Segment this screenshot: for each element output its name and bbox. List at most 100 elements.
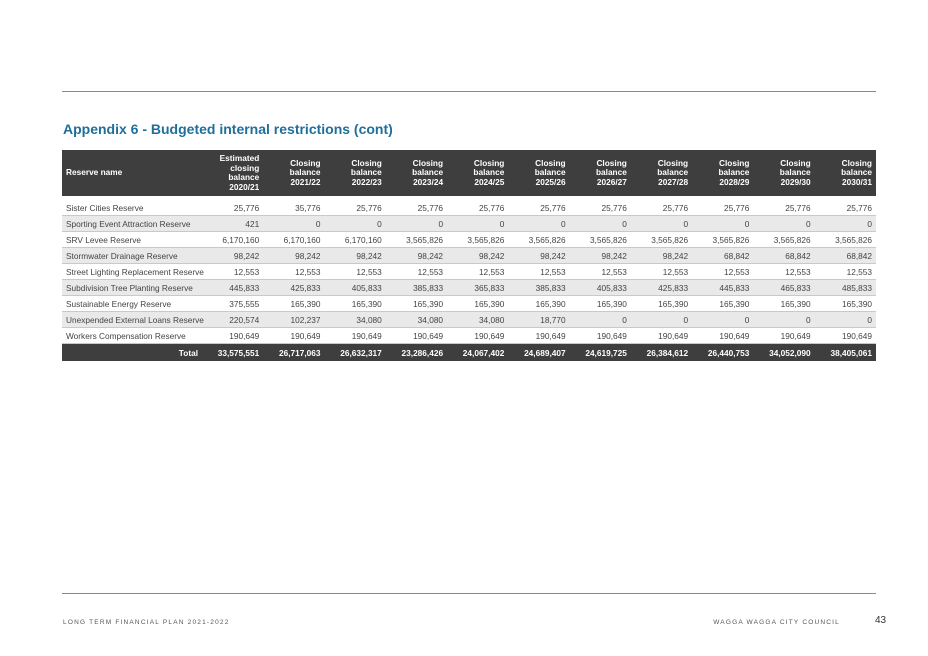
balance-cell: 165,390 — [263, 295, 325, 312]
balance-cell: 0 — [630, 215, 693, 232]
balance-cell: 34,080 — [385, 311, 448, 328]
header-col-2025-26: Closing balance 2025/26 — [508, 150, 570, 196]
balance-cell: 385,833 — [508, 279, 570, 296]
table-header: Reserve name Estimated closing balance 2… — [62, 150, 876, 196]
reserve-name-cell: Sporting Event Attraction Reserve — [62, 215, 202, 232]
table-row: Unexpended External Loans Reserve 220,574… — [62, 311, 876, 328]
balance-cell: 0 — [814, 215, 876, 232]
balance-cell: 190,649 — [385, 327, 448, 344]
footer-document-title: LONG TERM FINANCIAL PLAN 2021-2022 — [63, 619, 230, 626]
balance-cell: 165,390 — [692, 295, 754, 312]
balance-cell: 365,833 — [447, 279, 509, 296]
total-cell: 26,632,317 — [324, 343, 386, 361]
header-reserve-name: Reserve name — [62, 150, 202, 196]
balance-cell: 165,390 — [630, 295, 693, 312]
balance-cell: 3,565,826 — [569, 231, 631, 248]
header-col-2020-21: Estimated closing balance 2020/21 — [202, 150, 264, 196]
total-cell: 24,689,407 — [508, 343, 570, 361]
balance-cell: 405,833 — [569, 279, 631, 296]
balance-cell: 25,776 — [630, 196, 693, 216]
table-row: Stormwater Drainage Reserve 98,242 98,242 9… — [62, 247, 876, 264]
balance-cell: 0 — [753, 215, 815, 232]
header-col-2028-29: Closing balance 2028/29 — [692, 150, 754, 196]
balance-cell: 190,649 — [753, 327, 815, 344]
total-cell: 33,575,551 — [202, 343, 264, 361]
balance-cell: 25,776 — [753, 196, 815, 216]
balance-cell: 465,833 — [753, 279, 815, 296]
balance-cell: 3,565,826 — [753, 231, 815, 248]
balance-cell: 0 — [447, 215, 509, 232]
balance-cell: 25,776 — [385, 196, 448, 216]
balance-cell: 68,842 — [753, 247, 815, 264]
balance-cell: 165,390 — [569, 295, 631, 312]
balance-cell: 421 — [202, 215, 264, 232]
balance-cell: 98,242 — [508, 247, 570, 264]
balance-cell: 12,553 — [202, 263, 264, 280]
balance-cell: 18,770 — [508, 311, 570, 328]
total-row: Total 33,575,551 26,717,063 26,632,317 2… — [62, 343, 876, 361]
balance-cell: 25,776 — [692, 196, 754, 216]
balance-cell: 445,833 — [692, 279, 754, 296]
header-col-2021-22: Closing balance 2021/22 — [263, 150, 325, 196]
balance-cell: 12,553 — [630, 263, 693, 280]
balance-cell: 3,565,826 — [508, 231, 570, 248]
balance-cell: 3,565,826 — [814, 231, 876, 248]
table-body: Sister Cities Reserve 25,776 35,776 25,776 2… — [62, 196, 876, 344]
balance-cell: 385,833 — [385, 279, 448, 296]
balance-cell: 165,390 — [447, 295, 509, 312]
balance-cell: 485,833 — [814, 279, 876, 296]
balance-cell: 0 — [569, 215, 631, 232]
balance-cell: 6,170,160 — [324, 231, 386, 248]
balance-cell: 25,776 — [569, 196, 631, 216]
balance-cell: 102,237 — [263, 311, 325, 328]
balance-cell: 165,390 — [385, 295, 448, 312]
balance-cell: 98,242 — [630, 247, 693, 264]
balance-cell: 425,833 — [630, 279, 693, 296]
balance-cell: 190,649 — [569, 327, 631, 344]
balance-cell: 0 — [630, 311, 693, 328]
balance-cell: 3,565,826 — [447, 231, 509, 248]
table-row: Sister Cities Reserve 25,776 35,776 25,776 2… — [62, 196, 876, 216]
balance-cell: 165,390 — [753, 295, 815, 312]
balance-cell: 12,553 — [508, 263, 570, 280]
balance-cell: 0 — [508, 215, 570, 232]
table-row: Street Lighting Replacement Reserve 12,55… — [62, 263, 876, 280]
table-row: Sporting Event Attraction Reserve 421 0 0 0 0… — [62, 215, 876, 232]
reserve-name-cell: Street Lighting Replacement Reserve — [62, 263, 204, 280]
balance-cell: 190,649 — [324, 327, 386, 344]
balance-cell: 12,553 — [447, 263, 509, 280]
total-label: Total — [62, 343, 202, 361]
balance-cell: 34,080 — [324, 311, 386, 328]
balance-cell: 98,242 — [263, 247, 325, 264]
balance-cell: 98,242 — [447, 247, 509, 264]
table-row: SRV Levee Reserve 6,170,160 6,170,160 6,170… — [62, 231, 876, 248]
balance-cell: 12,553 — [692, 263, 754, 280]
header-col-2026-27: Closing balance 2026/27 — [569, 150, 631, 196]
reserve-name-cell: Workers Compensation Reserve — [62, 327, 202, 344]
total-cell: 26,440,753 — [692, 343, 754, 361]
balance-cell: 190,649 — [447, 327, 509, 344]
total-cell: 24,067,402 — [447, 343, 509, 361]
balance-cell: 12,553 — [814, 263, 876, 280]
header-col-2030-31: Closing balance 2030/31 — [814, 150, 876, 196]
balance-cell: 425,833 — [263, 279, 325, 296]
balance-cell: 0 — [692, 311, 754, 328]
balance-cell: 3,565,826 — [692, 231, 754, 248]
balance-cell: 6,170,160 — [263, 231, 325, 248]
balance-cell: 0 — [753, 311, 815, 328]
balance-cell: 12,553 — [753, 263, 815, 280]
balance-cell: 98,242 — [385, 247, 448, 264]
balance-cell: 3,565,826 — [630, 231, 693, 248]
balance-cell: 165,390 — [324, 295, 386, 312]
header-col-2022-23: Closing balance 2022/23 — [324, 150, 386, 196]
balance-cell: 12,553 — [263, 263, 325, 280]
total-cell: 38,405,061 — [814, 343, 876, 361]
balance-cell: 68,842 — [814, 247, 876, 264]
balance-cell: 190,649 — [692, 327, 754, 344]
reserve-name-cell: Subdivision Tree Planting Reserve — [62, 279, 202, 296]
balance-cell: 0 — [385, 215, 448, 232]
balance-cell: 25,776 — [814, 196, 876, 216]
balance-cell: 0 — [569, 311, 631, 328]
balance-cell: 25,776 — [447, 196, 509, 216]
page-title: Appendix 6 - Budgeted internal restricti… — [63, 121, 393, 137]
